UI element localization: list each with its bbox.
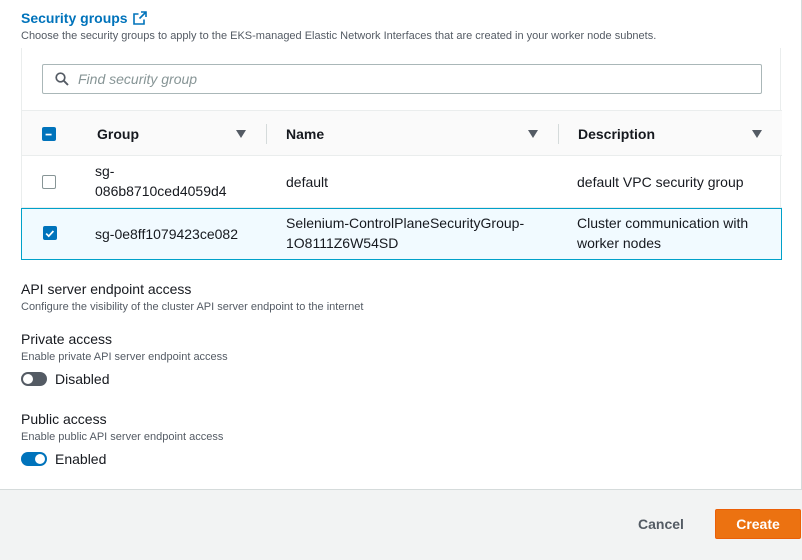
table-row[interactable]: sg- 086b8710ced4059d4 default default VP… [22, 156, 782, 208]
public-access-state: Enabled [55, 451, 107, 467]
caret-down-icon[interactable] [752, 130, 762, 138]
toggle-knob [35, 454, 45, 464]
group-id-cell: sg-0e8ff1079423ce082 [95, 226, 238, 242]
search-input[interactable] [78, 71, 738, 87]
private-access-state: Disabled [55, 371, 110, 387]
column-separator [558, 124, 559, 144]
table-header: Group Name Description [22, 110, 782, 156]
select-all-checkbox[interactable] [42, 127, 56, 141]
description-line: Cluster communication with [577, 215, 749, 231]
table-row-selected[interactable]: sg-0e8ff1079423ce082 Selenium-ControlPla… [21, 208, 782, 260]
security-groups-table: Group Name Description sg- 086b8710ced40… [21, 48, 782, 260]
column-header-group[interactable]: Group [97, 111, 139, 157]
endpoint-access-description: Configure the visibility of the cluster … [21, 301, 364, 313]
check-icon [45, 230, 55, 238]
name-cell: default [286, 174, 329, 190]
name-cell: Selenium-ControlPlaneSecurityGroup- 1O81… [286, 213, 524, 253]
security-groups-title: Security groups [21, 10, 128, 26]
group-id-line: sg- [95, 163, 115, 179]
toggle-knob [23, 374, 33, 384]
minus-icon [45, 133, 52, 136]
cancel-button[interactable]: Cancel [626, 511, 696, 537]
caret-down-icon[interactable] [528, 130, 538, 138]
private-access-toggle[interactable] [21, 372, 47, 386]
name-line: 1O8111Z6W54SD [286, 235, 399, 251]
private-access-hint: Enable private API server endpoint acces… [21, 351, 228, 363]
column-header-name[interactable]: Name [286, 111, 324, 157]
public-access-label: Public access [21, 411, 107, 427]
group-id-cell: sg- 086b8710ced4059d4 [95, 161, 227, 201]
security-groups-link[interactable]: Security groups [21, 10, 147, 26]
search-box[interactable] [42, 64, 762, 94]
public-access-hint: Enable public API server endpoint access [21, 431, 224, 443]
description-cell: default VPC security group [577, 174, 744, 190]
name-line: Selenium-ControlPlaneSecurityGroup- [286, 215, 525, 231]
public-access-toggle[interactable] [21, 452, 47, 466]
column-separator [266, 124, 267, 144]
external-link-icon [132, 11, 147, 25]
eks-cluster-networking-panel: Security groups Choose the security grou… [0, 0, 802, 490]
description-line: worker nodes [577, 235, 662, 251]
security-groups-description: Choose the security groups to apply to t… [21, 30, 657, 42]
description-cell: Cluster communication with worker nodes [577, 213, 748, 253]
group-id-line: 086b8710ced4059d4 [95, 183, 227, 199]
private-access-label: Private access [21, 331, 113, 347]
row-checkbox[interactable] [43, 226, 57, 240]
row-checkbox[interactable] [42, 175, 56, 189]
search-icon [55, 72, 69, 86]
caret-down-icon[interactable] [236, 130, 246, 138]
endpoint-access-title: API server endpoint access [21, 281, 192, 297]
column-header-description[interactable]: Description [578, 111, 655, 157]
create-button[interactable]: Create [715, 509, 801, 539]
